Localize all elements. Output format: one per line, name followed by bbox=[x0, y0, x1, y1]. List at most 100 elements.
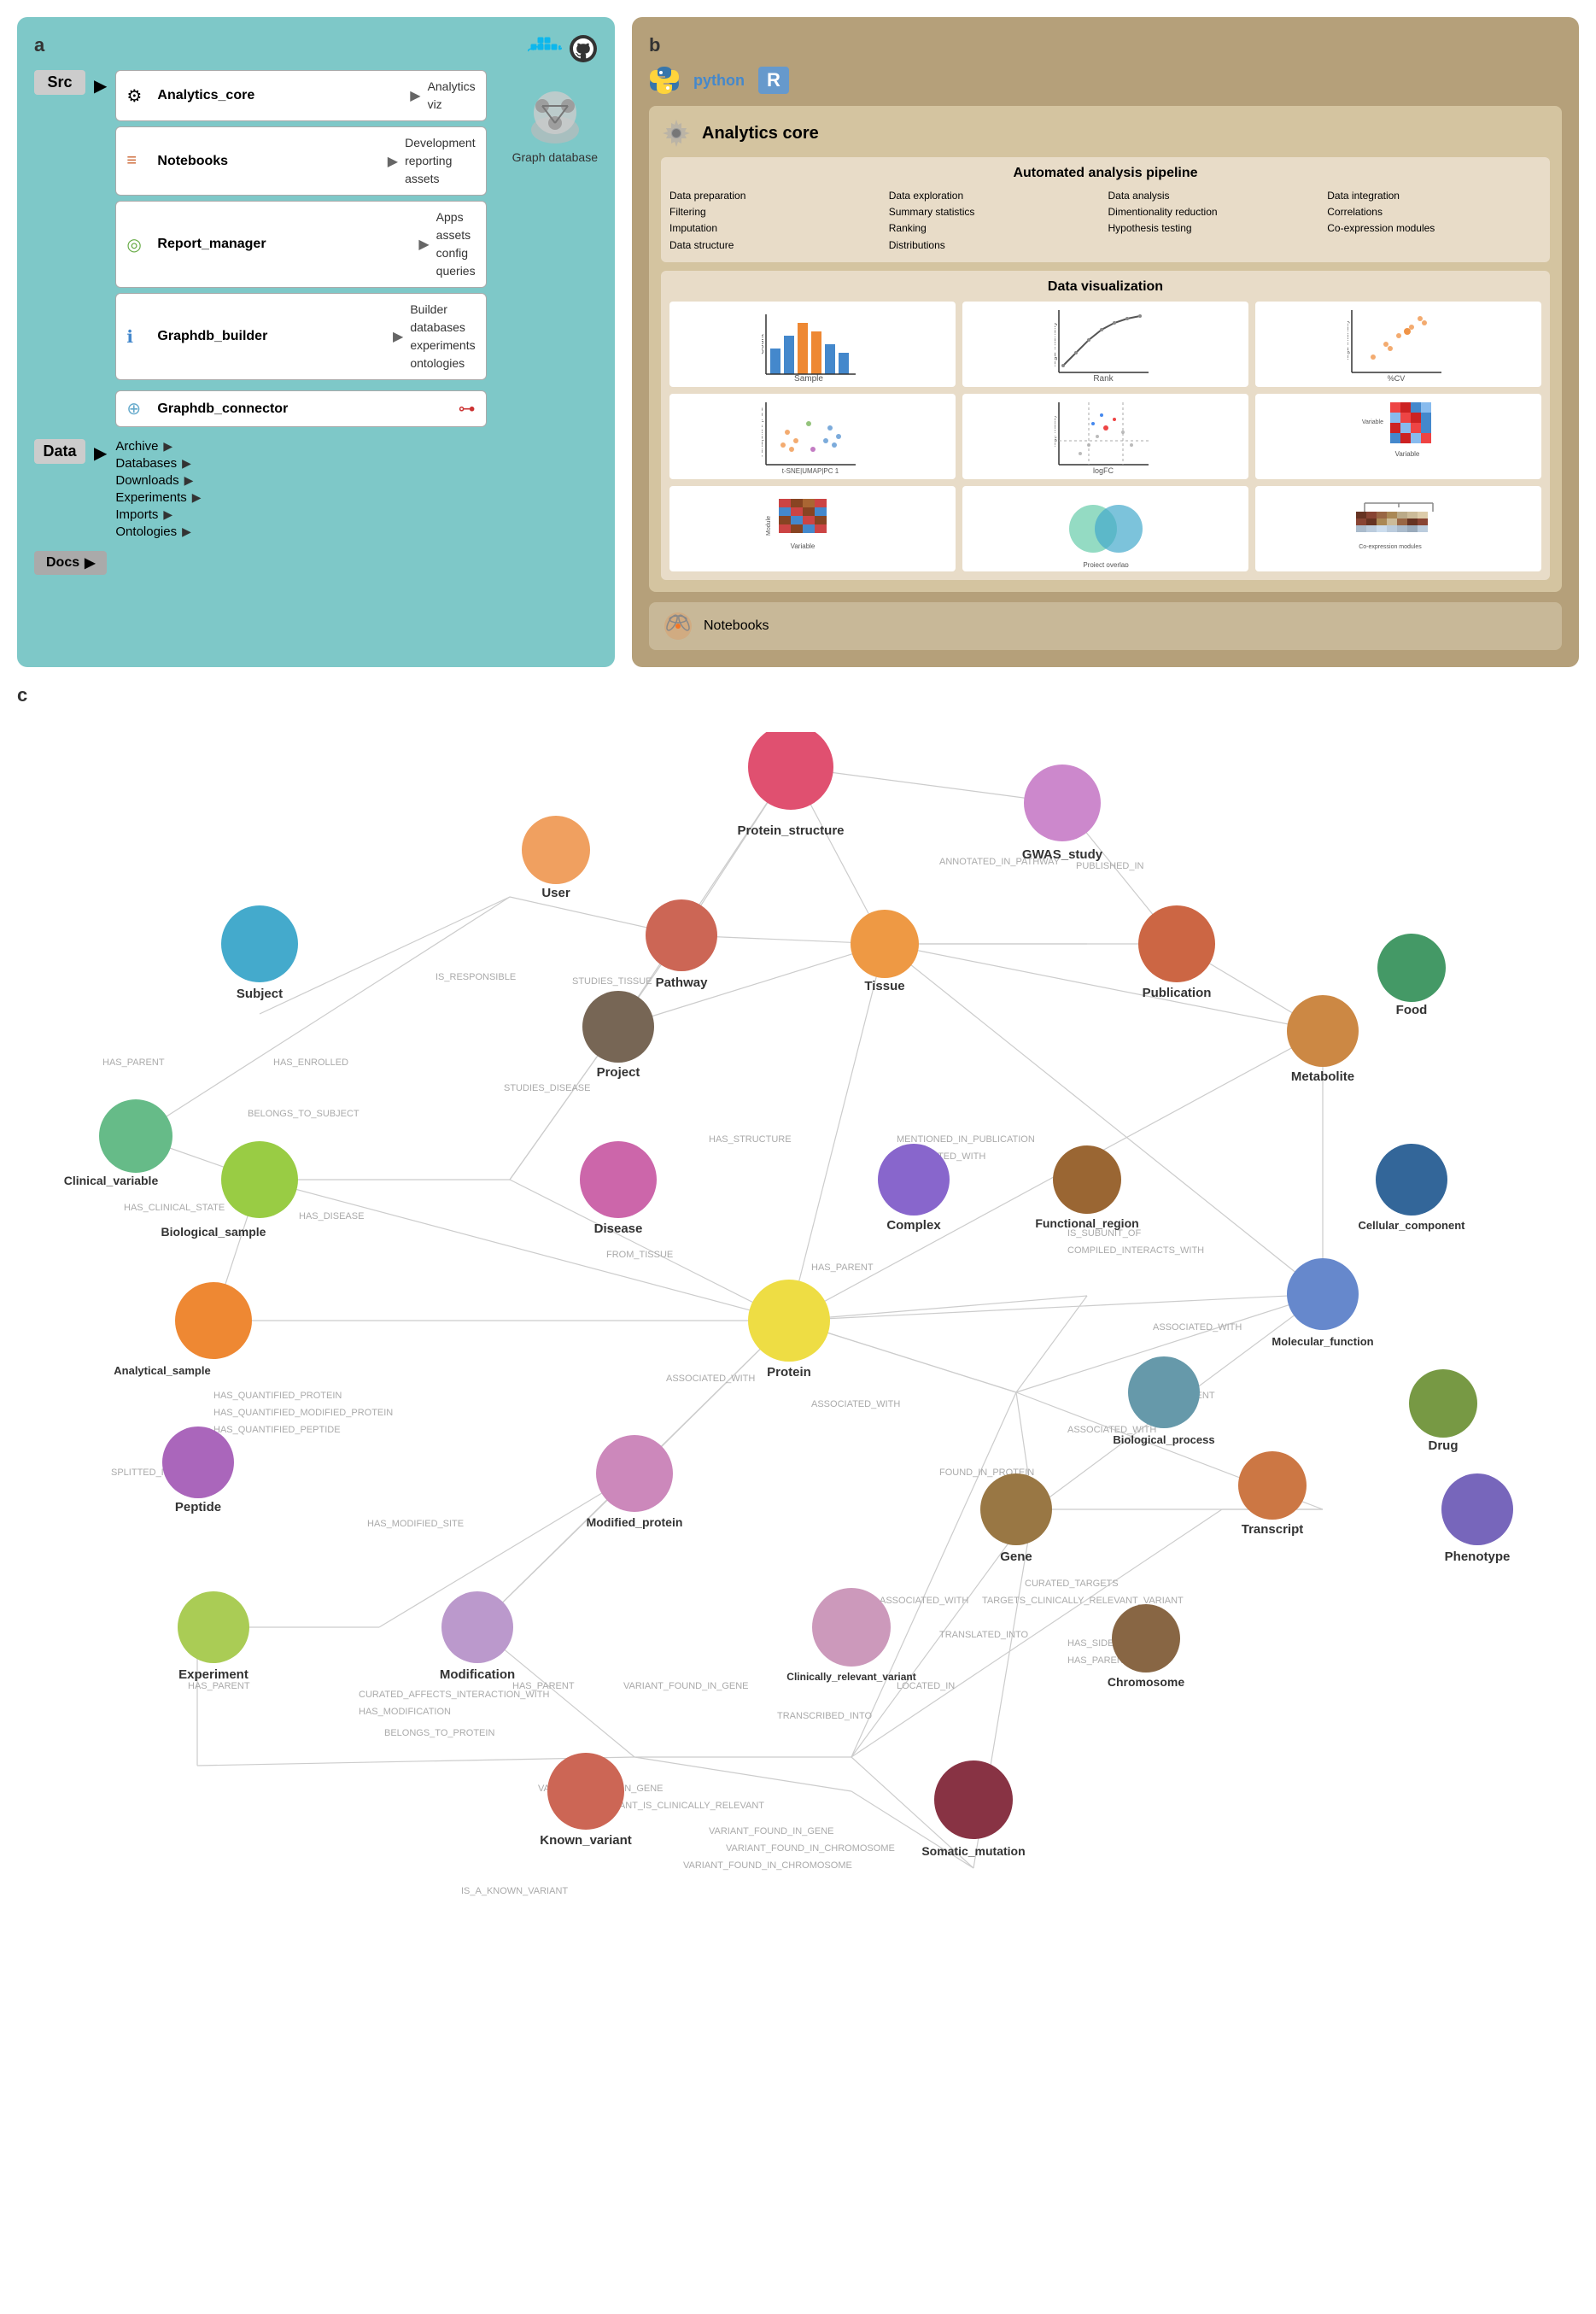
svg-text:Protein_structure: Protein_structure bbox=[737, 823, 844, 838]
svg-text:Experiment: Experiment bbox=[178, 1667, 248, 1682]
svg-text:HAS_PARENT: HAS_PARENT bbox=[102, 1057, 165, 1068]
module-name-graphdb: Graphdb_builder bbox=[157, 329, 386, 344]
module-graphdb-connector: ⊕ Graphdb_connector ⊶ bbox=[115, 390, 486, 427]
node-functional-region[interactable] bbox=[1053, 1145, 1121, 1214]
viz-title: Data visualization bbox=[669, 279, 1541, 295]
module-items-graphdb: Builderdatabasesexperimentsontologies bbox=[410, 301, 475, 372]
docs-label: Docs bbox=[46, 555, 79, 571]
viz-section: Data visualization bbox=[661, 271, 1550, 580]
svg-text:Gene: Gene bbox=[1000, 1550, 1032, 1564]
network-svg: HAS_PARENT HAS_ENROLLED IS_RESPONSIBLE S… bbox=[43, 732, 1596, 1911]
panel-b-label: b bbox=[649, 34, 660, 56]
svg-text:HAS_MODIFICATION: HAS_MODIFICATION bbox=[359, 1707, 451, 1717]
module-name-report: Report_manager bbox=[157, 237, 412, 252]
svg-text:Somatic_mutation: Somatic_mutation bbox=[921, 1844, 1025, 1858]
venn-chart: Project overlap bbox=[962, 486, 1248, 571]
svg-text:%CV: %CV bbox=[1387, 374, 1405, 383]
node-tissue[interactable] bbox=[851, 910, 919, 978]
svg-text:Clinical_variable: Clinical_variable bbox=[64, 1174, 159, 1187]
node-modification[interactable] bbox=[441, 1591, 513, 1663]
coexpression-chart: Co-expression modules bbox=[1255, 486, 1541, 571]
src-label: Src bbox=[34, 70, 85, 95]
node-transcript[interactable] bbox=[1238, 1451, 1307, 1520]
svg-text:Pathway: Pathway bbox=[656, 975, 709, 990]
graph-db-label: Graph database bbox=[512, 150, 598, 164]
volcano-chart: logFC -log(P.value) bbox=[962, 394, 1248, 479]
node-publication[interactable] bbox=[1138, 905, 1215, 982]
node-analytical-sample[interactable] bbox=[175, 1282, 252, 1359]
data-item-archive: Archive ▶ bbox=[115, 439, 201, 454]
node-chromosome[interactable] bbox=[1112, 1604, 1180, 1673]
svg-text:log2 intensity: log2 intensity bbox=[1055, 321, 1057, 366]
experiments-label: Experiments bbox=[115, 490, 186, 505]
node-disease[interactable] bbox=[580, 1141, 657, 1218]
viz-grid: Sample Count bbox=[669, 302, 1541, 479]
node-modified-protein[interactable] bbox=[596, 1435, 673, 1512]
panel-a-label: a bbox=[34, 34, 44, 56]
node-biological-process[interactable] bbox=[1128, 1356, 1200, 1428]
notebooks-bar-label: Notebooks bbox=[704, 618, 769, 634]
analytics-core-title: Analytics core bbox=[661, 118, 1550, 149]
panel-b-header: python R bbox=[649, 65, 1562, 96]
svg-text:Tissue: Tissue bbox=[864, 979, 904, 993]
node-known-variant[interactable] bbox=[547, 1753, 624, 1830]
svg-text:COMPILED_INTERACTS_WITH: COMPILED_INTERACTS_WITH bbox=[1067, 1245, 1204, 1256]
svg-text:TRANSCRIBED_INTO: TRANSCRIBED_INTO bbox=[777, 1711, 872, 1721]
data-item-databases: Databases ▶ bbox=[115, 456, 201, 471]
node-gwas-study[interactable] bbox=[1024, 764, 1101, 841]
svg-text:Modification: Modification bbox=[440, 1667, 515, 1682]
node-protein[interactable] bbox=[748, 1280, 830, 1362]
svg-text:Transcript: Transcript bbox=[1242, 1522, 1304, 1537]
node-protein-structure[interactable] bbox=[748, 732, 833, 810]
downloads-label: Downloads bbox=[115, 473, 178, 488]
data-item-downloads: Downloads ▶ bbox=[115, 473, 201, 488]
pipeline-section: Automated analysis pipeline Data prepara… bbox=[661, 157, 1550, 262]
node-somatic-mutation[interactable] bbox=[934, 1760, 1013, 1839]
svg-text:log2 intensity: log2 intensity bbox=[1348, 319, 1350, 360]
svg-text:HAS_PARENT: HAS_PARENT bbox=[512, 1681, 575, 1691]
node-cellular-component[interactable] bbox=[1376, 1144, 1447, 1216]
node-gene[interactable] bbox=[980, 1473, 1052, 1545]
panel-a: a bbox=[17, 17, 615, 667]
svg-text:Metabolite: Metabolite bbox=[1291, 1069, 1354, 1084]
node-pathway[interactable] bbox=[646, 899, 717, 971]
node-clinically-relevant-variant[interactable] bbox=[812, 1588, 891, 1667]
node-user[interactable] bbox=[522, 816, 590, 884]
node-biological-sample[interactable] bbox=[221, 1141, 298, 1218]
svg-text:VARIANT_FOUND_IN_CHROMOSOME: VARIANT_FOUND_IN_CHROMOSOME bbox=[683, 1860, 852, 1871]
node-food[interactable] bbox=[1377, 934, 1446, 1002]
svg-text:Cellular_component: Cellular_component bbox=[1359, 1219, 1466, 1232]
node-subject[interactable] bbox=[221, 905, 298, 982]
bar-chart: Sample Count bbox=[669, 302, 956, 387]
svg-text:HAS_PARENT: HAS_PARENT bbox=[811, 1262, 874, 1273]
gear-large-icon bbox=[661, 118, 692, 149]
svg-text:Chromosome: Chromosome bbox=[1108, 1675, 1184, 1689]
module-notebooks: ≡ Notebooks ▶ Developmentreportingassets bbox=[115, 126, 486, 196]
svg-text:Drug: Drug bbox=[1429, 1438, 1459, 1453]
svg-text:VARIANT_FOUND_IN_CHROMOSOME: VARIANT_FOUND_IN_CHROMOSOME bbox=[726, 1843, 895, 1854]
svg-text:Modified_protein: Modified_protein bbox=[587, 1515, 683, 1529]
node-project[interactable] bbox=[582, 991, 654, 1063]
data-item-imports: Imports ▶ bbox=[115, 507, 201, 522]
node-phenotype[interactable] bbox=[1441, 1473, 1513, 1545]
node-experiment[interactable] bbox=[178, 1591, 249, 1663]
r-label: R bbox=[758, 67, 789, 94]
connector-icon: ⊕ bbox=[126, 398, 150, 419]
node-metabolite[interactable] bbox=[1287, 995, 1359, 1067]
svg-text:Protein: Protein bbox=[767, 1365, 811, 1380]
svg-text:MENTIONED_IN_PUBLICATION: MENTIONED_IN_PUBLICATION bbox=[897, 1134, 1035, 1145]
node-drug[interactable] bbox=[1409, 1369, 1477, 1438]
svg-text:Module: Module bbox=[766, 516, 772, 536]
node-molecular-function[interactable] bbox=[1287, 1258, 1359, 1330]
svg-text:Project: Project bbox=[597, 1065, 640, 1080]
pipeline-col-3: Data analysis Dimentionality reduction H… bbox=[1108, 188, 1323, 254]
module-heatmap: Variable Module bbox=[669, 486, 956, 571]
notebooks-bar: Notebooks bbox=[649, 602, 1562, 650]
src-section: Src ▶ ⚙ Analytics_core ▶ Analyticsviz ≡ … bbox=[34, 70, 598, 427]
panel-b: b python R bbox=[632, 17, 1579, 667]
analytics-core-label: Analytics core bbox=[702, 124, 819, 144]
node-peptide[interactable] bbox=[162, 1426, 234, 1498]
node-clinical-variable[interactable] bbox=[99, 1099, 172, 1173]
svg-text:HAS_QUANTIFIED_MODIFIED_PROTEI: HAS_QUANTIFIED_MODIFIED_PROTEIN bbox=[213, 1408, 393, 1418]
node-complex[interactable] bbox=[878, 1144, 950, 1216]
